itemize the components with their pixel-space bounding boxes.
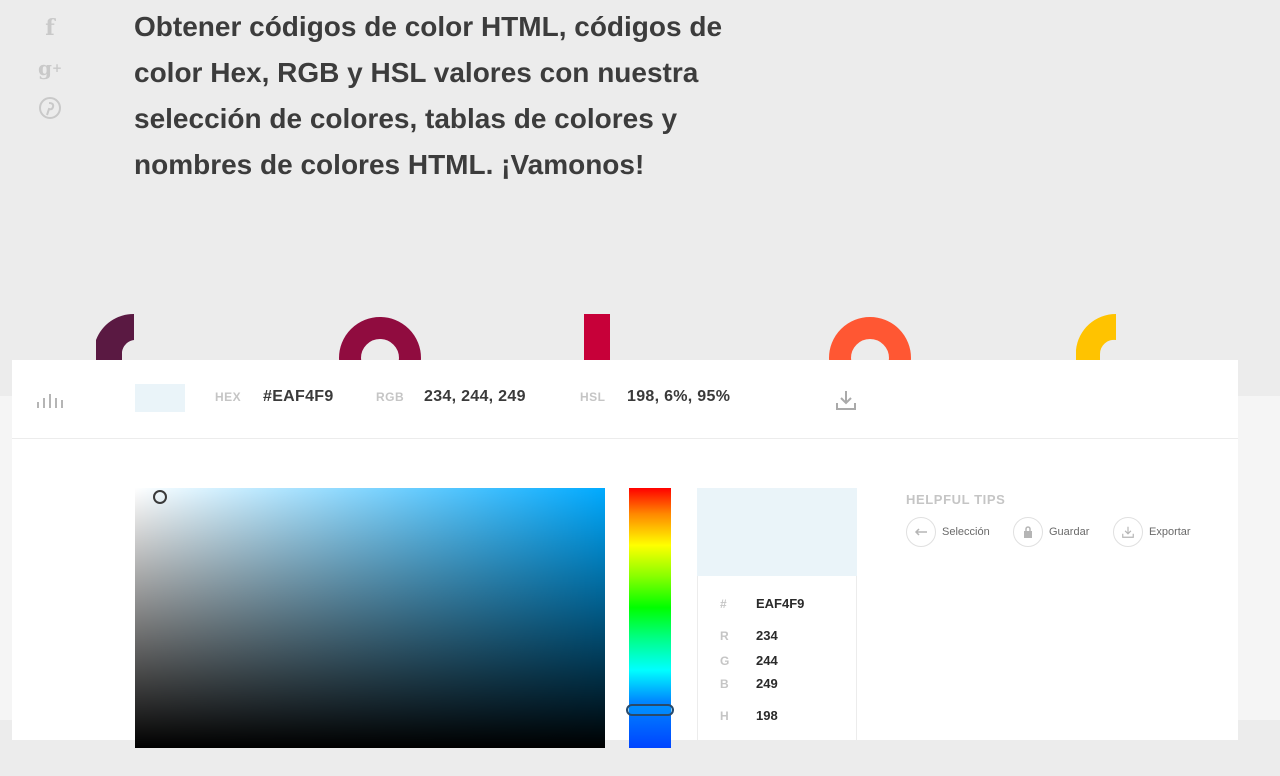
download-icon bbox=[1113, 517, 1143, 547]
h-label: H bbox=[720, 709, 729, 723]
g-value[interactable]: 244 bbox=[756, 653, 778, 668]
h-value[interactable]: 198 bbox=[756, 708, 778, 723]
hex-label: HEX bbox=[215, 390, 242, 404]
hex-row: # EAF4F9 bbox=[720, 596, 804, 611]
helpful-tips-title: HELPFUL TIPS bbox=[906, 492, 1006, 507]
arrow-left-icon bbox=[906, 517, 936, 547]
rgb-label: RGB bbox=[376, 390, 405, 404]
tip-label: Guardar bbox=[1049, 526, 1090, 538]
hero-line: color Hex, RGB y HSL valores con nuestra bbox=[134, 57, 699, 88]
r-row: R 234 bbox=[720, 628, 778, 643]
tip-seleccion: Selección bbox=[906, 516, 990, 548]
color-swatch[interactable] bbox=[135, 384, 185, 412]
bars-icon[interactable] bbox=[36, 390, 64, 408]
hero-line: Obtener códigos de color HTML, códigos d… bbox=[134, 11, 723, 42]
color-preview bbox=[697, 488, 857, 576]
tip-exportar: Exportar bbox=[1113, 516, 1191, 548]
rgb-value[interactable]: 234, 244, 249 bbox=[424, 388, 526, 406]
hero-line: nombres de colores HTML. ¡Vamonos! bbox=[134, 149, 645, 180]
tip-label: Exportar bbox=[1149, 526, 1191, 538]
download-icon[interactable] bbox=[834, 388, 858, 412]
facebook-icon[interactable]: f bbox=[36, 14, 64, 42]
color-picker-card: HEX # EAF4F9 RGB 234, 244, 249 HSL 198, 6… bbox=[12, 360, 1238, 776]
r-value[interactable]: 234 bbox=[756, 628, 778, 643]
color-values-panel: # EAF4F9 R 234 G 244 B 249 H 198 bbox=[697, 576, 857, 776]
sv-handle[interactable] bbox=[153, 490, 167, 504]
g-label: G bbox=[720, 654, 730, 668]
pinterest-icon[interactable] bbox=[36, 94, 64, 122]
h-row: H 198 bbox=[720, 708, 778, 723]
tip-label: Selección bbox=[942, 526, 990, 538]
social-share-bar: f g + bbox=[36, 14, 64, 134]
b-label: B bbox=[720, 677, 729, 691]
google-plus-icon[interactable]: g + bbox=[36, 54, 64, 82]
hex-value[interactable]: #EAF4F9 bbox=[263, 388, 334, 406]
hue-slider-handle[interactable] bbox=[626, 704, 674, 716]
hero-line: selección de colores, tablas de colores … bbox=[134, 103, 678, 134]
g-row: G 244 bbox=[720, 653, 778, 668]
color-value-bar: HEX #EAF4F9 RGB 234, 244, 249 HSL 198, 6… bbox=[12, 360, 1238, 439]
hsl-label: HSL bbox=[580, 390, 606, 404]
b-row: B 249 bbox=[720, 676, 778, 691]
lock-icon bbox=[1013, 517, 1043, 547]
r-label: R bbox=[720, 629, 729, 643]
hsl-value[interactable]: 198, 6%, 95% bbox=[627, 388, 730, 406]
hash-label: # bbox=[720, 597, 727, 611]
saturation-value-area[interactable] bbox=[135, 488, 605, 748]
b-value[interactable]: 249 bbox=[756, 676, 778, 691]
hero-headline: Obtener códigos de color HTML, códigos d… bbox=[134, 4, 834, 188]
hex-row-value[interactable]: EAF4F9 bbox=[756, 596, 804, 611]
tip-guardar: Guardar bbox=[1013, 516, 1089, 548]
